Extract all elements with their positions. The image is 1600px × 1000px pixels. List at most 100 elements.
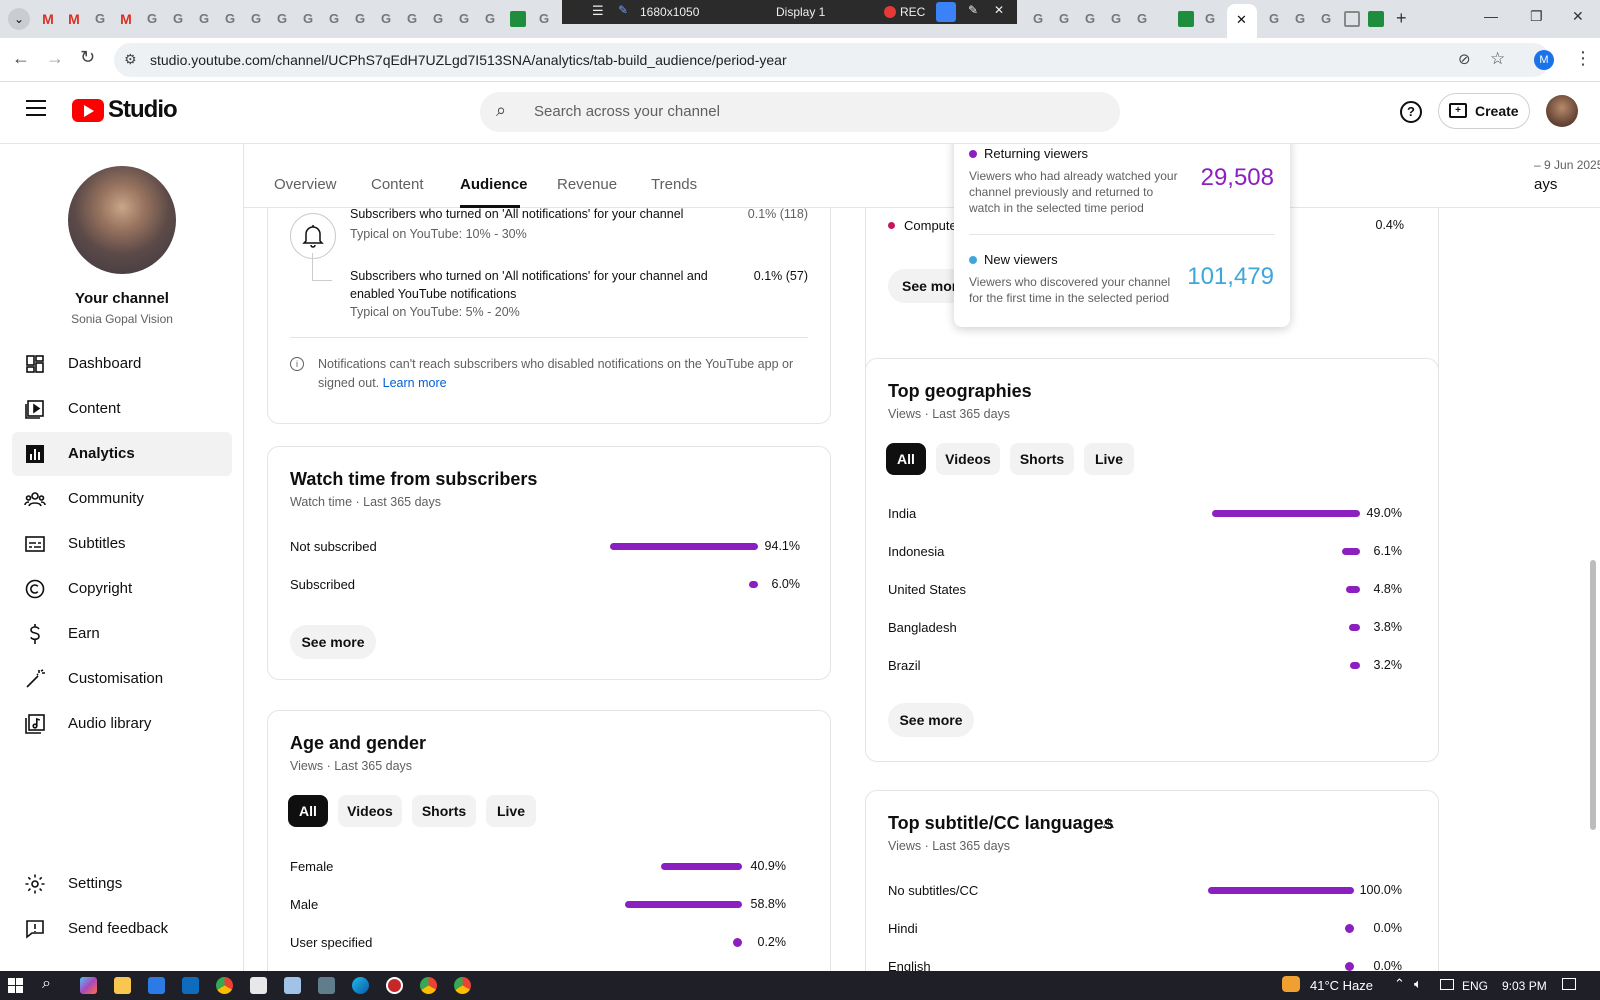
weather-text[interactable]: 41°C Haze bbox=[1310, 978, 1373, 993]
window-close-icon[interactable]: ✕ bbox=[1572, 8, 1584, 25]
profile-avatar[interactable]: M bbox=[1534, 50, 1554, 70]
clock-time[interactable]: 9:03 PM bbox=[1502, 979, 1547, 993]
google-tab-icon[interactable]: G bbox=[222, 11, 238, 27]
forward-icon[interactable]: → bbox=[46, 48, 64, 69]
warning-icon[interactable]: ⚠ bbox=[1102, 815, 1115, 832]
google-tab-icon[interactable]: G bbox=[1134, 11, 1150, 27]
search-icon[interactable]: ⌕ bbox=[496, 100, 506, 121]
google-tab-icon[interactable]: G bbox=[536, 11, 552, 27]
sidebar-item-analytics[interactable]: Analytics bbox=[12, 432, 232, 476]
file-explorer-icon[interactable] bbox=[114, 977, 131, 994]
volume-icon[interactable]: 🔈︎ bbox=[1414, 976, 1422, 992]
sheets-tab-icon[interactable] bbox=[1368, 11, 1384, 27]
date-range-picker[interactable]: – 9 Jun 2025 ays ⌄ bbox=[1264, 152, 1600, 202]
filter-chip-all[interactable]: All bbox=[288, 795, 328, 827]
see-more-button[interactable]: See more bbox=[290, 625, 376, 659]
sidebar-item-send-feedback[interactable]: Send feedback bbox=[12, 907, 232, 951]
sidebar-item-copyright[interactable]: Copyright bbox=[12, 567, 232, 611]
bookmark-star-icon[interactable]: ☆ bbox=[1490, 49, 1505, 69]
back-icon[interactable]: ← bbox=[12, 48, 30, 69]
google-tab-icon[interactable]: G bbox=[1292, 11, 1308, 27]
minimize-icon[interactable]: — bbox=[1484, 8, 1498, 24]
copilot-icon[interactable] bbox=[80, 977, 97, 994]
google-tab-icon[interactable]: G bbox=[378, 11, 394, 27]
google-tab-icon[interactable]: G bbox=[92, 11, 108, 27]
tab-search-icon[interactable]: ⌄ bbox=[8, 8, 30, 30]
google-tab-icon[interactable]: G bbox=[1030, 11, 1046, 27]
channel-avatar[interactable] bbox=[68, 166, 176, 274]
edge-icon[interactable] bbox=[352, 977, 369, 994]
gmail-tab-icon[interactable]: M bbox=[40, 11, 56, 27]
site-info-icon[interactable]: ⚙ bbox=[124, 51, 137, 68]
channel-search[interactable]: ⌕ Search across your channel bbox=[480, 92, 1120, 132]
sidebar-item-community[interactable]: Community bbox=[12, 477, 232, 521]
youtube-logo-icon[interactable] bbox=[72, 99, 104, 122]
active-tab[interactable]: ✕ bbox=[1227, 4, 1257, 38]
outlook-icon[interactable] bbox=[182, 977, 199, 994]
google-tab-icon[interactable]: G bbox=[1202, 11, 1218, 27]
google-tab-icon[interactable]: G bbox=[274, 11, 290, 27]
restore-icon[interactable]: ❐ bbox=[1530, 8, 1543, 25]
chrome-icon[interactable] bbox=[454, 977, 471, 994]
notes-app-icon[interactable] bbox=[284, 977, 301, 994]
sidebar-item-content[interactable]: Content bbox=[12, 387, 232, 431]
new-tab-icon[interactable]: + bbox=[1396, 8, 1407, 29]
tab-trends[interactable]: Trends bbox=[651, 176, 697, 193]
filter-chip-shorts[interactable]: Shorts bbox=[1010, 443, 1074, 475]
language-indicator[interactable]: ENG bbox=[1462, 979, 1488, 993]
close-recorder-icon[interactable]: ✕ bbox=[994, 3, 1004, 17]
notepad-icon[interactable] bbox=[250, 977, 267, 994]
store-icon[interactable] bbox=[148, 977, 165, 994]
taskbar-search-icon[interactable]: ⌕ bbox=[42, 975, 51, 993]
record-area-icon[interactable] bbox=[936, 2, 956, 22]
menu-icon[interactable]: ☰ bbox=[592, 3, 604, 19]
url-text[interactable]: studio.youtube.com/channel/UCPhS7qEdH7UZ… bbox=[150, 52, 787, 68]
google-tab-icon[interactable]: G bbox=[170, 11, 186, 27]
tab-revenue[interactable]: Revenue bbox=[557, 176, 617, 193]
recorder-app-icon[interactable] bbox=[386, 977, 403, 994]
chrome-icon[interactable] bbox=[420, 977, 437, 994]
search-input[interactable]: Search across your channel bbox=[534, 103, 720, 120]
sidebar-item-settings[interactable]: Settings bbox=[12, 862, 232, 906]
google-tab-icon[interactable]: G bbox=[430, 11, 446, 27]
notifications-icon[interactable] bbox=[1562, 978, 1576, 990]
close-tab-icon[interactable]: ✕ bbox=[1236, 12, 1247, 28]
sidebar-item-customisation[interactable]: Customisation bbox=[12, 657, 232, 701]
tab-content[interactable]: Content bbox=[371, 176, 424, 193]
google-tab-icon[interactable]: G bbox=[352, 11, 368, 27]
help-icon[interactable]: ? bbox=[1400, 101, 1422, 123]
filter-chip-videos[interactable]: Videos bbox=[936, 443, 1000, 475]
rec-label[interactable]: REC bbox=[900, 5, 925, 19]
google-tab-icon[interactable]: G bbox=[1266, 11, 1282, 27]
sidebar-item-audio-library[interactable]: Audio library bbox=[12, 702, 232, 746]
doc-tab-icon[interactable] bbox=[1344, 11, 1360, 27]
google-tab-icon[interactable]: G bbox=[248, 11, 264, 27]
gmail-tab-icon[interactable]: M bbox=[118, 11, 134, 27]
google-tab-icon[interactable]: G bbox=[1056, 11, 1072, 27]
gmail-tab-icon[interactable]: M bbox=[66, 11, 82, 27]
sidebar-item-subtitles[interactable]: Subtitles bbox=[12, 522, 232, 566]
google-tab-icon[interactable]: G bbox=[1318, 11, 1334, 27]
sidebar-item-dashboard[interactable]: Dashboard bbox=[12, 342, 232, 386]
filter-chip-all[interactable]: All bbox=[886, 443, 926, 475]
url-field[interactable]: ⚙ studio.youtube.com/channel/UCPhS7qEdH7… bbox=[114, 43, 1550, 77]
chrome-icon[interactable] bbox=[216, 977, 233, 994]
filter-chip-videos[interactable]: Videos bbox=[338, 795, 402, 827]
network-icon[interactable] bbox=[1440, 979, 1454, 990]
filter-chip-shorts[interactable]: Shorts bbox=[412, 795, 476, 827]
tab-audience[interactable]: Audience bbox=[460, 176, 528, 193]
page-scrollbar[interactable] bbox=[1590, 560, 1596, 830]
account-avatar[interactable] bbox=[1546, 95, 1578, 127]
calculator-icon[interactable] bbox=[318, 977, 335, 994]
studio-logo-text[interactable]: Studio bbox=[108, 96, 178, 124]
weather-icon[interactable] bbox=[1282, 976, 1300, 992]
tab-overview[interactable]: Overview bbox=[274, 176, 337, 193]
google-tab-icon[interactable]: G bbox=[456, 11, 472, 27]
pen-icon[interactable]: ✎ bbox=[968, 3, 978, 17]
sheets-tab-icon[interactable] bbox=[1178, 11, 1194, 27]
reload-icon[interactable]: ↻ bbox=[80, 47, 95, 68]
create-button[interactable]: + Create bbox=[1438, 93, 1530, 129]
windows-start-icon[interactable] bbox=[8, 978, 23, 993]
google-tab-icon[interactable]: G bbox=[1082, 11, 1098, 27]
filter-chip-live[interactable]: Live bbox=[486, 795, 536, 827]
